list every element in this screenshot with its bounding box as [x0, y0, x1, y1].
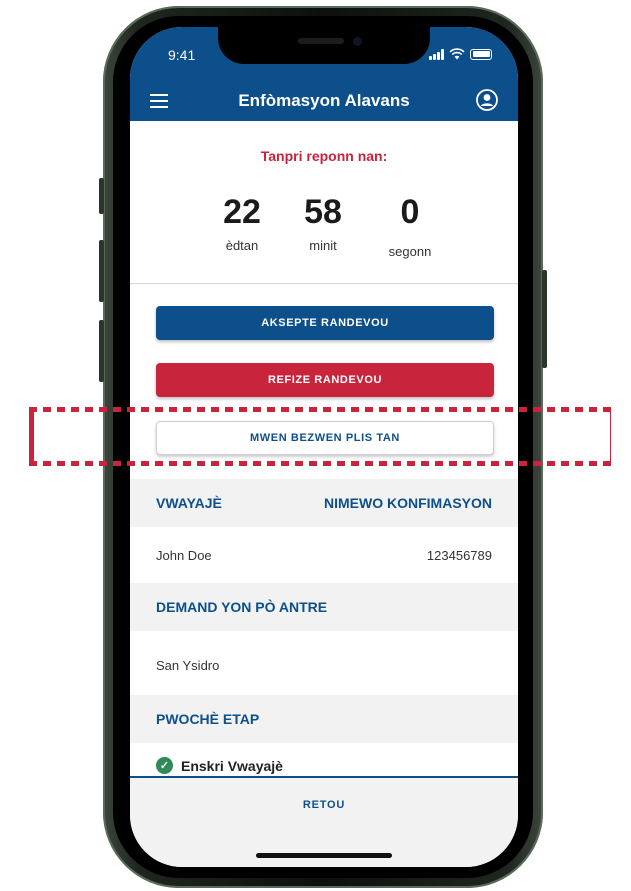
entry-request-header-label: DEMAND YON PÒ ANTRE — [156, 599, 328, 615]
confirmation-header-label: NIMEWO KONFIMASYON — [324, 495, 492, 511]
entry-port-value: San Ysidro — [156, 657, 220, 673]
traveler-row: John Doe 123456789 — [130, 527, 518, 583]
phone-screen: 9:41 Enfòmasyon Alavans Tanpri reponn na… — [130, 27, 518, 867]
front-camera — [353, 37, 362, 46]
entry-request-section-header: DEMAND YON PÒ ANTRE — [130, 583, 518, 631]
decline-appointment-button[interactable]: REFIZE RANDEVOU — [156, 363, 494, 397]
hours-label: èdtan — [225, 238, 259, 253]
countdown-seconds: 0 segonn — [370, 192, 450, 259]
power-button — [542, 270, 547, 368]
countdown-timer: 22 èdtan 58 minit 0 segonn — [130, 192, 518, 262]
status-icons — [429, 48, 492, 60]
silent-switch — [99, 178, 104, 214]
traveler-section-header: VWAYAJÈ NIMEWO KONFIMASYON — [130, 479, 518, 527]
traveler-name: John Doe — [156, 547, 212, 563]
status-time: 9:41 — [168, 47, 196, 63]
profile-icon[interactable] — [476, 89, 498, 111]
entry-port-row: San Ysidro — [130, 637, 518, 693]
wifi-icon — [449, 48, 465, 60]
notch — [218, 27, 430, 64]
hours-value: 22 — [223, 193, 261, 231]
minutes-label: minit — [309, 238, 337, 253]
home-indicator — [256, 853, 392, 858]
accept-appointment-button[interactable]: AKSEPTE RANDEVOU — [156, 306, 494, 340]
speaker — [298, 38, 344, 44]
traveler-header-label: VWAYAJÈ — [156, 495, 222, 511]
next-step-header-label: PWOCHÈ ETAP — [156, 711, 260, 727]
confirmation-number: 123456789 — [426, 547, 492, 563]
divider — [130, 283, 518, 284]
need-more-time-button[interactable]: MWEN BEZWEN PLIS TAN — [156, 421, 494, 455]
back-button[interactable]: RETOU — [130, 799, 518, 811]
volume-up-button — [99, 240, 104, 302]
next-step-label: Enskri Vwayajè — [181, 757, 283, 774]
countdown-minutes: 58 minit — [283, 192, 363, 253]
seconds-label: segonn — [388, 244, 432, 259]
check-icon: ✓ — [156, 757, 173, 774]
signal-icon — [429, 48, 444, 60]
battery-icon — [470, 48, 492, 60]
page-title: Enfòmasyon Alavans — [238, 91, 410, 110]
seconds-value: 0 — [400, 193, 420, 231]
volume-down-button — [99, 320, 104, 382]
minutes-value: 58 — [304, 193, 342, 231]
countdown-heading: Tanpri reponn nan: — [260, 148, 388, 164]
countdown-hours: 22 èdtan — [202, 192, 282, 253]
next-step-section-header: PWOCHÈ ETAP — [130, 695, 518, 743]
next-step-item[interactable]: ✓ Enskri Vwayajè — [156, 757, 283, 774]
